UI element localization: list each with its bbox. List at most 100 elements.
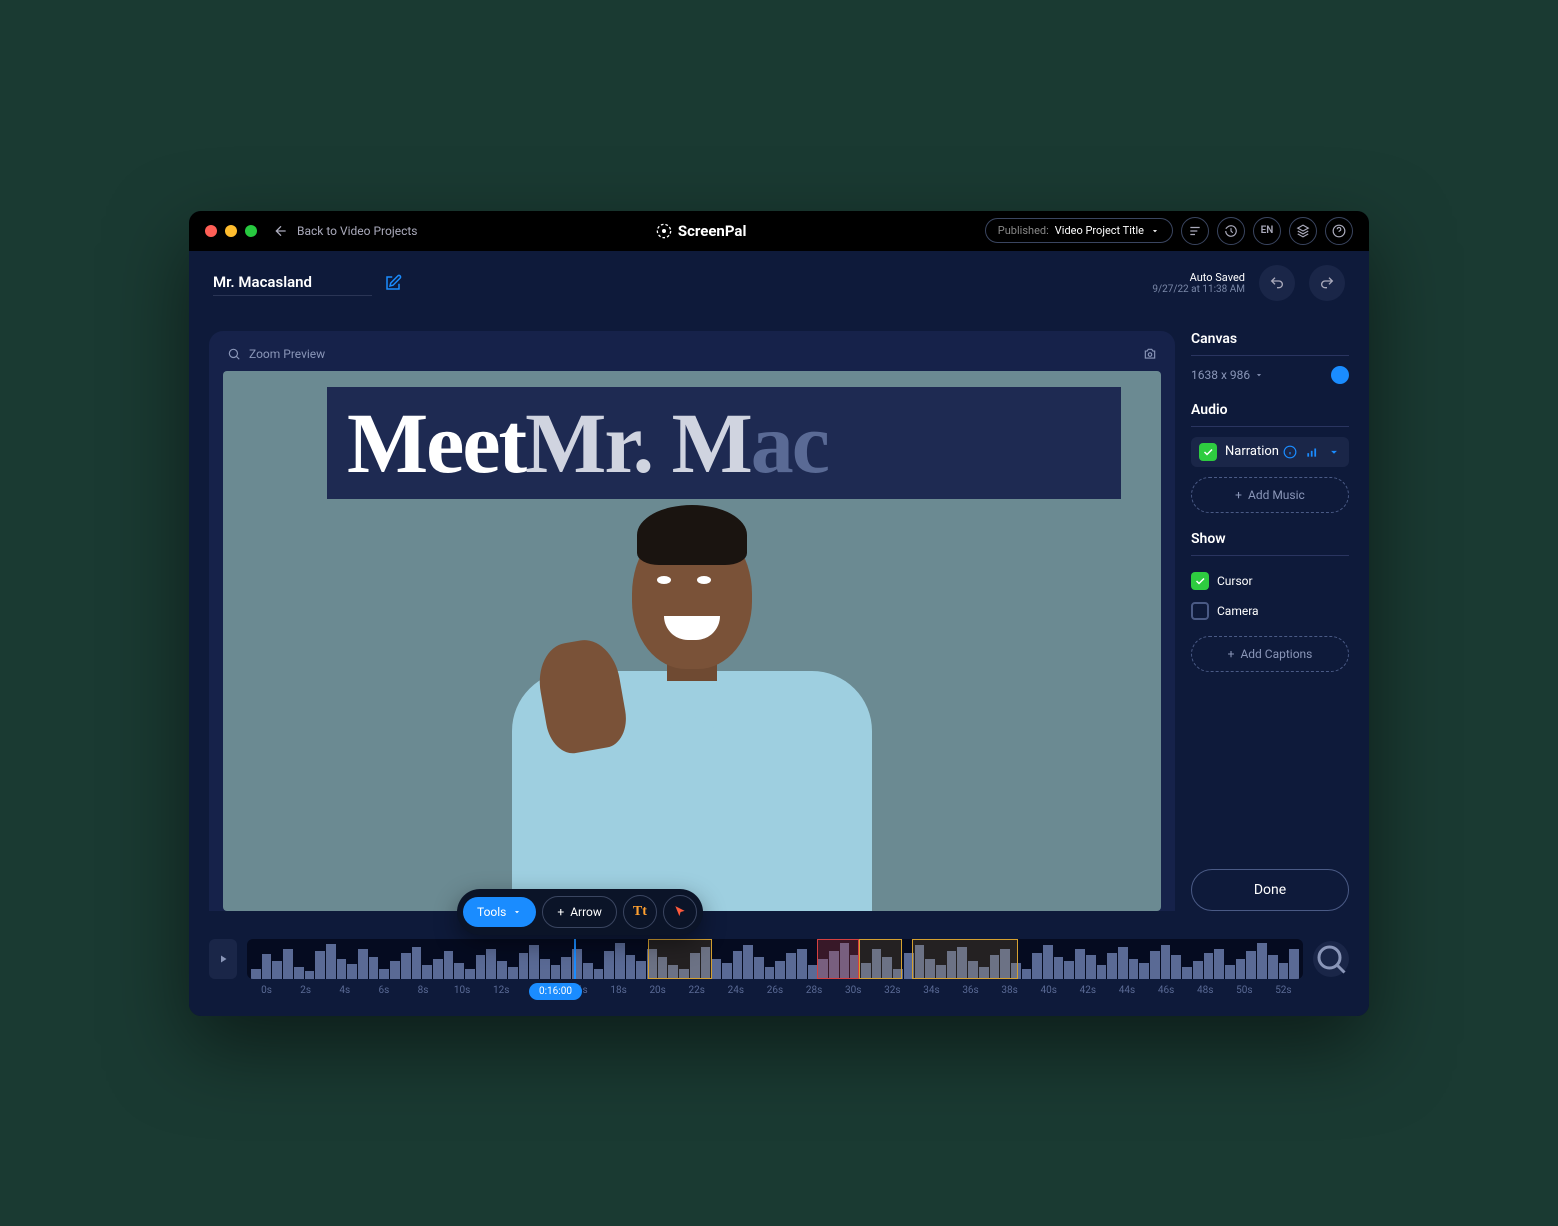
edit-icon[interactable] — [384, 274, 402, 292]
tick-label: 30s — [834, 985, 873, 996]
titlebar-right: Published: Video Project Title EN — [985, 217, 1353, 245]
narration-row: Narration — [1191, 437, 1349, 467]
timeline-region[interactable] — [817, 939, 859, 979]
tick-label: 2s — [286, 985, 325, 996]
play-icon — [217, 953, 229, 965]
minimize-window-icon[interactable] — [225, 225, 237, 237]
title-word-2: Mr. M — [525, 393, 751, 493]
tick-label: 52s — [1264, 985, 1303, 996]
canvas-size-dropdown[interactable]: 1638 x 986 — [1191, 368, 1264, 382]
tick-label: 22s — [677, 985, 716, 996]
list-button[interactable] — [1181, 217, 1209, 245]
zoom-preview-button[interactable]: Zoom Preview — [227, 347, 325, 361]
check-icon — [1194, 575, 1206, 587]
canvas-color-button[interactable] — [1331, 366, 1349, 384]
tick-label: 4s — [325, 985, 364, 996]
timeline-region[interactable] — [859, 939, 901, 979]
camera-checkbox[interactable] — [1191, 602, 1209, 620]
canvas-section: Canvas 1638 x 986 — [1191, 331, 1349, 384]
redo-button[interactable] — [1309, 265, 1345, 301]
back-to-projects-link[interactable]: Back to Video Projects — [273, 223, 417, 239]
camera-icon[interactable] — [1143, 347, 1157, 361]
tick-label: 44s — [1107, 985, 1146, 996]
plus-icon: + — [557, 905, 564, 919]
volume-bars-icon[interactable] — [1305, 445, 1319, 459]
tick-label: 26s — [755, 985, 794, 996]
timeline-region[interactable] — [648, 939, 711, 979]
tick-label: 10s — [443, 985, 482, 996]
cursor-tool-button[interactable] — [663, 895, 697, 929]
tick-label: 28s — [795, 985, 834, 996]
audio-section: Audio Narration + — [1191, 402, 1349, 513]
project-title-group: Mr. Macasland — [213, 269, 402, 296]
chevron-down-icon — [512, 907, 522, 917]
cursor-icon — [673, 905, 687, 919]
publish-title: Video Project Title — [1055, 224, 1144, 237]
check-icon — [1202, 446, 1214, 458]
undo-icon — [1269, 275, 1285, 291]
logo-icon — [656, 223, 672, 239]
timeline-zoom-button[interactable] — [1313, 941, 1349, 977]
done-label: Done — [1254, 882, 1286, 898]
tick-label: 6s — [364, 985, 403, 996]
chevron-down-icon — [1254, 370, 1264, 380]
chevron-down-icon[interactable] — [1327, 445, 1341, 459]
list-icon — [1188, 224, 1202, 238]
canvas-heading: Canvas — [1191, 331, 1349, 356]
maximize-window-icon[interactable] — [245, 225, 257, 237]
autosave-timestamp: 9/27/22 at 11:38 AM — [1152, 284, 1245, 295]
brand-name: ScreenPal — [678, 222, 747, 240]
tick-label: 20s — [638, 985, 677, 996]
text-tool-button[interactable]: Tt — [623, 895, 657, 929]
window-controls — [205, 225, 257, 237]
done-button[interactable]: Done — [1191, 869, 1349, 911]
tools-bar: Tools + Arrow Tt — [457, 889, 703, 935]
history-button[interactable] — [1217, 217, 1245, 245]
tick-label: 18s — [599, 985, 638, 996]
add-music-label: Add Music — [1248, 488, 1305, 502]
tick-label: 32s — [873, 985, 912, 996]
tools-dropdown[interactable]: Tools — [463, 897, 536, 927]
preview-column: Zoom Preview Meet Mr. M ac — [209, 331, 1175, 911]
tick-label: 0s — [247, 985, 286, 996]
publish-prefix: Published: — [998, 224, 1049, 237]
save-info: Auto Saved 9/27/22 at 11:38 AM — [1152, 265, 1345, 301]
cursor-row: Cursor — [1191, 566, 1349, 596]
help-button[interactable] — [1325, 217, 1353, 245]
undo-button[interactable] — [1259, 265, 1295, 301]
brand: ScreenPal — [433, 222, 968, 240]
narration-checkbox[interactable] — [1199, 443, 1217, 461]
layers-button[interactable] — [1289, 217, 1317, 245]
app-window: Back to Video Projects ScreenPal Publish… — [189, 211, 1369, 1016]
person-illustration — [502, 491, 882, 911]
camera-row: Camera — [1191, 596, 1349, 626]
add-captions-button[interactable]: + Add Captions — [1191, 636, 1349, 672]
zoom-preview-label: Zoom Preview — [249, 347, 325, 361]
title-word-1: Meet — [347, 393, 525, 493]
title-word-3: ac — [751, 393, 828, 493]
autosave-label: Auto Saved — [1152, 271, 1245, 284]
add-music-button[interactable]: + Add Music — [1191, 477, 1349, 513]
timeline-row — [209, 939, 1349, 979]
timeline-track[interactable] — [247, 939, 1303, 979]
language-button[interactable]: EN — [1253, 217, 1281, 245]
audio-heading: Audio — [1191, 402, 1349, 427]
video-canvas[interactable]: Meet Mr. M ac — [223, 371, 1161, 911]
info-icon[interactable] — [1283, 445, 1297, 459]
tick-label: 50s — [1225, 985, 1264, 996]
add-arrow-button[interactable]: + Arrow — [542, 896, 617, 928]
layers-icon — [1296, 224, 1310, 238]
tick-label: 40s — [1029, 985, 1068, 996]
playhead[interactable] — [574, 939, 576, 979]
play-button[interactable] — [209, 939, 237, 979]
timeline-region[interactable] — [912, 939, 1018, 979]
tools-label: Tools — [477, 905, 506, 919]
magnifier-icon — [1313, 941, 1349, 977]
cursor-checkbox[interactable] — [1191, 572, 1209, 590]
subheader: Mr. Macasland Auto Saved 9/27/22 at 11:3… — [189, 251, 1369, 315]
publish-dropdown[interactable]: Published: Video Project Title — [985, 218, 1173, 243]
close-window-icon[interactable] — [205, 225, 217, 237]
current-time-value: 0:16:00 — [539, 986, 572, 997]
chevron-down-icon — [1150, 226, 1160, 236]
tick-label: 36s — [951, 985, 990, 996]
